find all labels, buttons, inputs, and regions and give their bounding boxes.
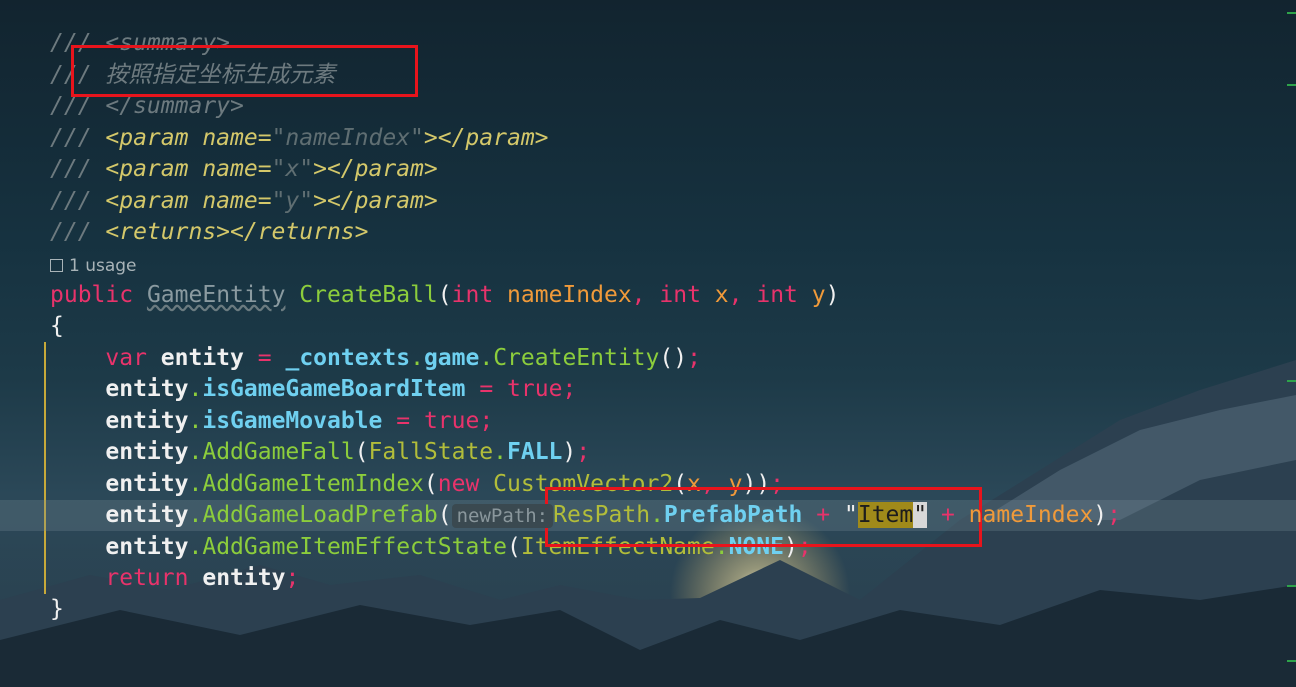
scrollbar-marker bbox=[1287, 660, 1296, 662]
brace-open: { bbox=[50, 313, 64, 339]
annotation-box-summary bbox=[71, 45, 418, 97]
code-line-add-fall: entity.AddGameFall(FallState.FALL); bbox=[105, 439, 591, 465]
code-editor[interactable]: /// <summary> /// 按照指定坐标生成元素 /// </summa… bbox=[0, 0, 1296, 687]
parameter-name-hint: newPath: bbox=[451, 504, 554, 528]
scrollbar-marker bbox=[1287, 585, 1296, 587]
code-line-add-load-prefab[interactable]: entity.AddGameLoadPrefab(newPath: ResPath… bbox=[50, 500, 1121, 531]
usage-hint[interactable]: 1 usage bbox=[50, 255, 137, 277]
scrollbar-marker bbox=[1287, 12, 1296, 14]
string-literal-item: Item bbox=[857, 502, 914, 528]
code-line-return: return entity; bbox=[105, 565, 300, 591]
doc-comment-param-y: /// <param name="y"></param> bbox=[50, 188, 438, 214]
scrollbar-marker bbox=[1287, 84, 1296, 86]
indent-guide bbox=[44, 342, 46, 594]
brace-close: } bbox=[50, 596, 64, 622]
code-line-is-board-item: entity.isGameGameBoardItem = true; bbox=[105, 376, 577, 402]
scrollbar-marker bbox=[1287, 380, 1296, 382]
doc-comment-param-x: /// <param name="x"></param> bbox=[50, 156, 438, 182]
doc-comment-returns: /// <returns></returns> bbox=[50, 219, 369, 245]
code-line-create-entity: var entity = _contexts.game.CreateEntity… bbox=[105, 345, 701, 371]
method-signature: public GameEntity CreateBall(int nameInd… bbox=[50, 282, 840, 308]
code-line-is-movable: entity.isGameMovable = true; bbox=[105, 408, 494, 434]
external-link-icon bbox=[50, 259, 63, 272]
doc-comment-param-nameindex: /// <param name="nameIndex"></param> bbox=[50, 125, 549, 151]
